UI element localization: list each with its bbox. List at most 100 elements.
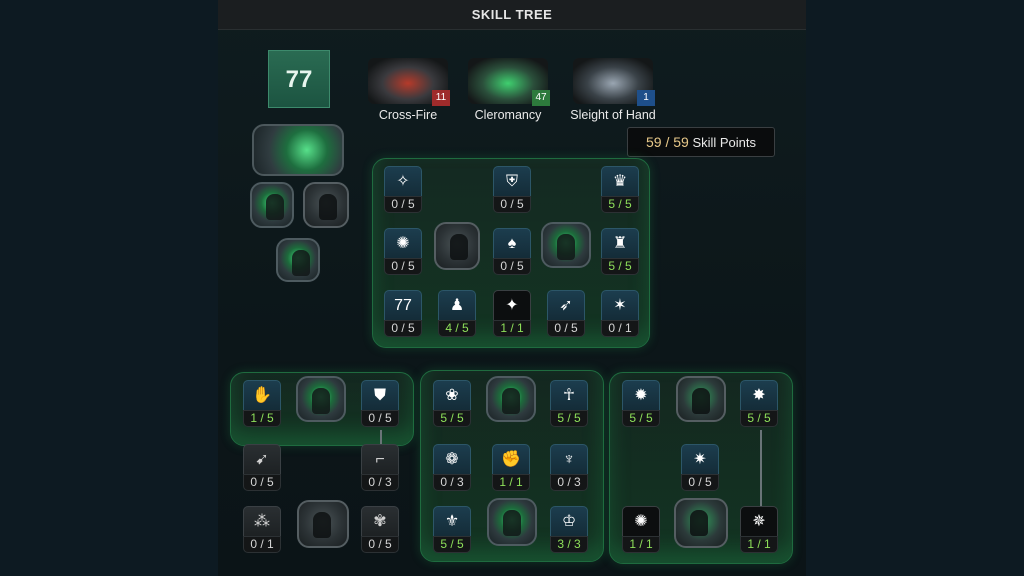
skill-node[interactable]: ❁ 0 / 3 <box>433 444 471 491</box>
skill-node[interactable]: ✶ 0 / 1 <box>601 290 639 337</box>
skill-level: 0 / 5 <box>361 536 399 553</box>
skill-node[interactable]: ✹ 5 / 5 <box>622 380 660 427</box>
skill-level: 0 / 5 <box>361 410 399 427</box>
skill-points-label: Skill Points <box>692 135 757 150</box>
connector-line <box>760 430 762 506</box>
cleromancy-points-badge: 47 <box>532 90 550 106</box>
bullets-icon: ⁂ <box>243 506 281 536</box>
skill-level: 0 / 5 <box>243 474 281 491</box>
skill-node[interactable]: ⌐ 0 / 3 <box>361 444 399 491</box>
skill-node[interactable]: ➹ 0 / 5 <box>243 444 281 491</box>
burst-icon: ✺ <box>384 228 422 258</box>
passive-ability-icon[interactable] <box>487 498 537 546</box>
flare-icon: ✵ <box>740 506 778 536</box>
skill-level: 0 / 3 <box>550 474 588 491</box>
passive-ability-icon[interactable] <box>296 376 346 422</box>
skill-level: 5 / 5 <box>740 410 778 427</box>
category-label: Cleromancy <box>474 108 542 122</box>
sparkle-ring-icon: ✦ <box>493 290 531 320</box>
passive-ability-icon[interactable] <box>674 498 728 548</box>
skill-node[interactable]: ➶ 0 / 5 <box>547 290 585 337</box>
skill-level: 5 / 5 <box>550 410 588 427</box>
passive-ability-icon[interactable] <box>434 222 480 270</box>
swirl-icon: ✾ <box>361 506 399 536</box>
skill-node[interactable]: ✋ 1 / 5 <box>243 380 281 427</box>
skill-node[interactable]: 77 0 / 5 <box>384 290 422 337</box>
skill-node[interactable]: ♆ 0 / 3 <box>550 444 588 491</box>
speed-icon: ➹ <box>243 444 281 474</box>
figure-icon: ♟ <box>438 290 476 320</box>
blast-icon: ✺ <box>622 506 660 536</box>
passive-ability-icon[interactable] <box>541 222 591 268</box>
skill-node[interactable]: ✵ 1 / 1 <box>740 506 778 553</box>
skill-level: 0 / 5 <box>547 320 585 337</box>
skill-level: 3 / 3 <box>550 536 588 553</box>
ankh-icon: ☥ <box>550 380 588 410</box>
number-77-icon: 77 <box>384 290 422 320</box>
locked-ability-icon[interactable] <box>297 500 349 548</box>
skill-node[interactable]: ♠ 0 / 5 <box>493 228 531 275</box>
totem-icon: ♜ <box>601 228 639 258</box>
skill-level: 0 / 5 <box>681 474 719 491</box>
ability-slot-2-icon[interactable] <box>303 182 349 228</box>
passive-ability-icon[interactable] <box>676 376 726 422</box>
armor-icon: ⛊ <box>361 380 399 410</box>
skill-level: 0 / 5 <box>493 258 531 275</box>
class-emblem-icon[interactable]: 77 <box>268 50 330 108</box>
category-cross-fire[interactable]: 11 Cross-Fire <box>366 58 450 122</box>
helm-icon: ♔ <box>550 506 588 536</box>
skill-node[interactable]: ✺ 0 / 5 <box>384 228 422 275</box>
skill-node[interactable]: ♟ 4 / 5 <box>438 290 476 337</box>
sleight-of-hand-points-badge: 1 <box>637 90 655 106</box>
sleight-of-hand-weapon-icon: 1 <box>573 58 655 106</box>
category-label: Sleight of Hand <box>570 108 656 122</box>
skill-node[interactable]: ⛊ 0 / 5 <box>361 380 399 427</box>
crown-flame-icon: ♛ <box>601 166 639 196</box>
skill-node[interactable]: ♜ 5 / 5 <box>601 228 639 275</box>
skill-node[interactable]: ✊ 1 / 1 <box>492 444 530 491</box>
skill-level: 0 / 5 <box>384 196 422 213</box>
skill-level: 5 / 5 <box>601 258 639 275</box>
skill-level: 1 / 1 <box>622 536 660 553</box>
skill-level: 4 / 5 <box>438 320 476 337</box>
ability-slot-3-icon[interactable] <box>276 238 320 282</box>
skill-node[interactable]: ✷ 0 / 5 <box>681 444 719 491</box>
window-title: SKILL TREE <box>218 0 806 30</box>
skill-level: 5 / 5 <box>601 196 639 213</box>
skill-node[interactable]: ☥ 5 / 5 <box>550 380 588 427</box>
dash-icon: ➶ <box>547 290 585 320</box>
skill-level: 5 / 5 <box>622 410 660 427</box>
category-cleromancy[interactable]: 47 Cleromancy <box>464 58 552 122</box>
flower-icon: ❀ <box>433 380 471 410</box>
skill-level: 0 / 3 <box>361 474 399 491</box>
skill-level: 0 / 5 <box>384 320 422 337</box>
character-portrait[interactable] <box>252 124 344 176</box>
skill-node[interactable]: ⁂ 0 / 1 <box>243 506 281 553</box>
crest-icon: ⚜ <box>433 506 471 536</box>
cross-fire-points-badge: 11 <box>432 90 450 106</box>
cross-fire-weapon-icon: 11 <box>368 58 450 106</box>
skill-node[interactable]: ✧ 0 / 5 <box>384 166 422 213</box>
gun-icon: ⌐ <box>361 444 399 474</box>
skill-node[interactable]: ✾ 0 / 5 <box>361 506 399 553</box>
skill-node[interactable]: ⛨ 0 / 5 <box>493 166 531 213</box>
skill-level: 5 / 5 <box>433 410 471 427</box>
skill-node[interactable]: ♔ 3 / 3 <box>550 506 588 553</box>
skill-node[interactable]: ✦ 1 / 1 <box>493 290 531 337</box>
skill-node[interactable]: ✸ 5 / 5 <box>740 380 778 427</box>
spirit-icon: ♆ <box>550 444 588 474</box>
cleromancy-weapon-icon: 47 <box>468 58 550 106</box>
passive-ability-icon[interactable] <box>486 376 536 422</box>
skill-node[interactable]: ⚜ 5 / 5 <box>433 506 471 553</box>
skill-level: 1 / 1 <box>493 320 531 337</box>
skill-node[interactable]: ♛ 5 / 5 <box>601 166 639 213</box>
fist-icon: ✊ <box>492 444 530 474</box>
skill-level: 5 / 5 <box>433 536 471 553</box>
skill-points-display: 59 / 59 Skill Points <box>627 127 775 157</box>
skill-node[interactable]: ✺ 1 / 1 <box>622 506 660 553</box>
skill-node[interactable]: ❀ 5 / 5 <box>433 380 471 427</box>
category-sleight-of-hand[interactable]: 1 Sleight of Hand <box>563 58 663 122</box>
hand-icon: ✋ <box>243 380 281 410</box>
ability-slot-1-icon[interactable] <box>250 182 294 228</box>
skill-level: 1 / 5 <box>243 410 281 427</box>
